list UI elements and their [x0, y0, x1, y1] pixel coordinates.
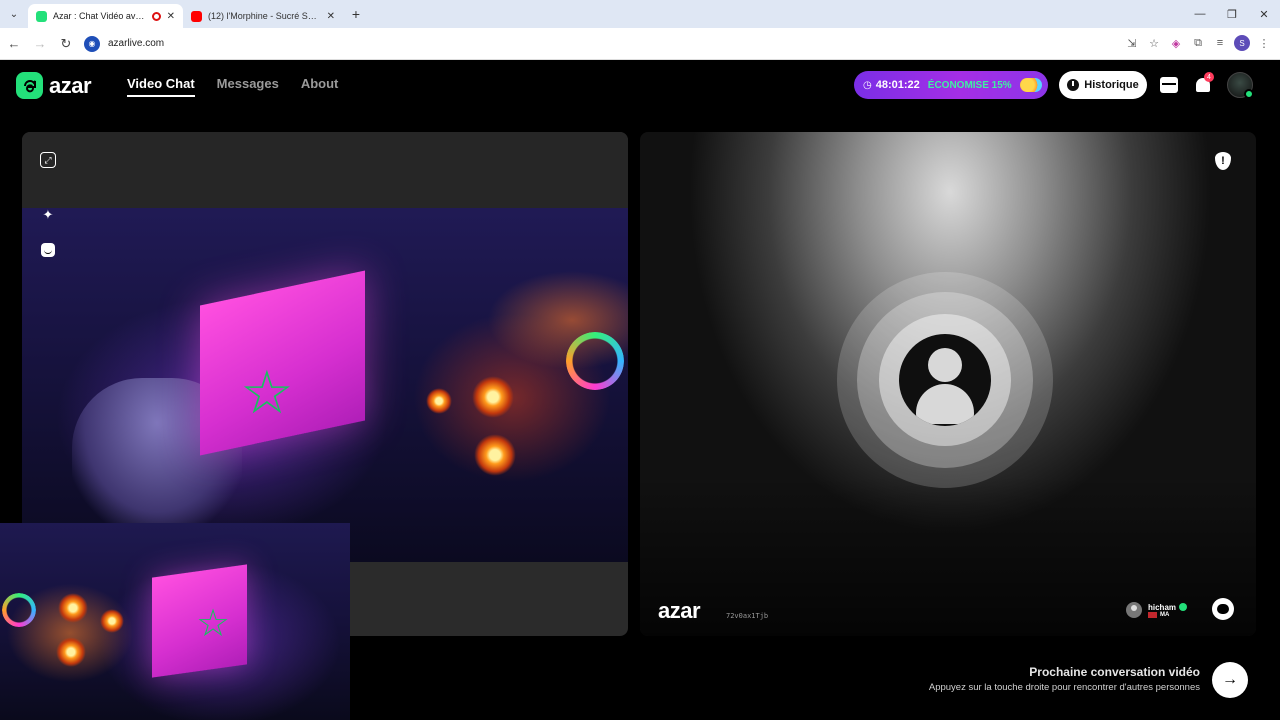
- camera-fan: [472, 376, 514, 418]
- forward-icon[interactable]: →: [28, 32, 52, 56]
- camera-rgb-ring: [566, 332, 624, 390]
- azar-logo[interactable]: azar: [16, 72, 92, 99]
- address-bar: ← → ↻ ◉ azarlive.com ⇲ ☆ ◈ ⧉ ≡ S ⋮: [0, 28, 1280, 60]
- back-icon[interactable]: ←: [2, 32, 26, 56]
- azar-favicon-icon: [36, 10, 47, 22]
- peer-name: hicham: [1148, 602, 1177, 612]
- session-id: 72v0ax1Tjb: [726, 612, 769, 620]
- history-label: Historique: [1084, 79, 1139, 91]
- install-app-icon[interactable]: ⇲: [1124, 32, 1140, 54]
- history-clock-icon: [1067, 79, 1080, 91]
- nav-video-chat[interactable]: Video Chat: [127, 76, 195, 97]
- pip-fan: [58, 593, 88, 623]
- recording-icon: [151, 11, 161, 21]
- tab-youtube[interactable]: (12) l'Morphine - Sucré Salé (Cl ✕: [183, 4, 343, 28]
- minimize-icon[interactable]: —: [1184, 0, 1216, 28]
- bookmark-star-icon[interactable]: ☆: [1146, 32, 1162, 54]
- next-arrow-icon[interactable]: →: [1212, 662, 1248, 698]
- gems-icon: [1019, 78, 1042, 92]
- pip-rgb-ring: [2, 593, 36, 627]
- history-button[interactable]: Historique: [1059, 71, 1147, 99]
- next-conversation-title: Prochaine conversation vidéo: [1029, 665, 1200, 679]
- camera-fan: [474, 434, 516, 476]
- media-control-icon[interactable]: ≡: [1212, 32, 1228, 54]
- profile-avatar[interactable]: S: [1234, 35, 1250, 51]
- azar-logo-icon: [16, 72, 43, 99]
- peer-avatar-icon: [1126, 602, 1142, 618]
- site-info-icon[interactable]: ◉: [84, 35, 100, 52]
- online-status-dot: [1244, 89, 1254, 99]
- promo-banner[interactable]: ◷ 48:01:22 ÉCONOMISE 15%: [854, 71, 1048, 99]
- verified-badge-icon: [1179, 603, 1188, 611]
- extensions-puzzle-icon[interactable]: ⧉: [1190, 32, 1206, 54]
- url-field[interactable]: ◉ azarlive.com: [84, 35, 165, 52]
- tab-title: Azar : Chat Vidéo avec de n: [53, 11, 146, 21]
- morocco-flag-icon: [1148, 611, 1157, 618]
- tab-search-icon[interactable]: ⌄: [0, 0, 28, 28]
- next-conversation-hint: Appuyez sur la touche droite pour rencon…: [928, 682, 1200, 693]
- magic-wand-icon[interactable]: ✦: [38, 205, 58, 225]
- shop-icon[interactable]: [1158, 74, 1180, 96]
- extension-shield-icon[interactable]: ◈: [1168, 32, 1184, 54]
- peer-info[interactable]: hicham MA: [1126, 602, 1188, 618]
- promo-offer: ÉCONOMISE 15%: [927, 79, 1012, 91]
- clock-icon: ◷: [863, 79, 872, 91]
- expand-icon[interactable]: ⤢: [40, 152, 56, 168]
- camera-flag-star: ☆: [240, 359, 294, 426]
- user-avatar[interactable]: [1227, 72, 1254, 99]
- reload-icon[interactable]: ↻: [54, 32, 78, 56]
- close-tab-icon[interactable]: ✕: [327, 11, 335, 22]
- promo-timer: 48:01:22: [875, 79, 920, 91]
- notification-bell-icon[interactable]: 4: [1192, 72, 1214, 96]
- peer-country: MA: [1160, 611, 1170, 618]
- new-tab-button[interactable]: +: [345, 6, 367, 22]
- azar-app: azar Video Chat Messages About ◷ 48:01:2…: [0, 60, 1280, 720]
- self-preview-pip[interactable]: ☆: [0, 523, 350, 720]
- partner-watermark-logo: azar: [658, 598, 701, 623]
- pip-fan: [56, 637, 86, 667]
- logo-text: azar: [49, 72, 92, 98]
- browser-tab-bar: ⌄ Azar : Chat Vidéo avec de n ✕ (12) l'M…: [0, 0, 1280, 28]
- notification-badge: 4: [1204, 72, 1214, 82]
- main-nav: Video Chat Messages About: [127, 76, 338, 97]
- placeholder-user-icon: [899, 334, 991, 426]
- tab-title: (12) l'Morphine - Sucré Salé (Cl: [208, 11, 321, 21]
- tab-azar[interactable]: Azar : Chat Vidéo avec de n ✕: [28, 4, 183, 28]
- window-controls: — ❐ ✕: [1184, 0, 1280, 28]
- browser-menu-icon[interactable]: ⋮: [1256, 32, 1272, 54]
- close-tab-icon[interactable]: ✕: [167, 11, 175, 22]
- camera-fan: [426, 388, 452, 414]
- pip-flag-star: ☆: [196, 603, 231, 645]
- chat-bubble-icon[interactable]: [1212, 598, 1234, 620]
- close-window-icon[interactable]: ✕: [1248, 0, 1280, 28]
- nav-messages[interactable]: Messages: [217, 76, 279, 97]
- url-text: azarlive.com: [108, 38, 165, 49]
- partner-video-panel: ! azar 72v0ax1Tjb hicham MA: [640, 132, 1256, 636]
- video-top-strip: [22, 132, 628, 208]
- my-camera-feed: ☆: [22, 208, 628, 562]
- restore-icon[interactable]: ❐: [1216, 0, 1248, 28]
- searching-animation: [837, 272, 1053, 488]
- face-filter-icon[interactable]: [38, 240, 58, 260]
- report-shield-icon[interactable]: !: [1215, 152, 1231, 170]
- pip-fan: [100, 609, 124, 633]
- browser-toolbar: ⇲ ☆ ◈ ⧉ ≡ S ⋮: [1124, 32, 1272, 54]
- nav-about[interactable]: About: [301, 76, 339, 97]
- youtube-favicon-icon: [191, 10, 202, 22]
